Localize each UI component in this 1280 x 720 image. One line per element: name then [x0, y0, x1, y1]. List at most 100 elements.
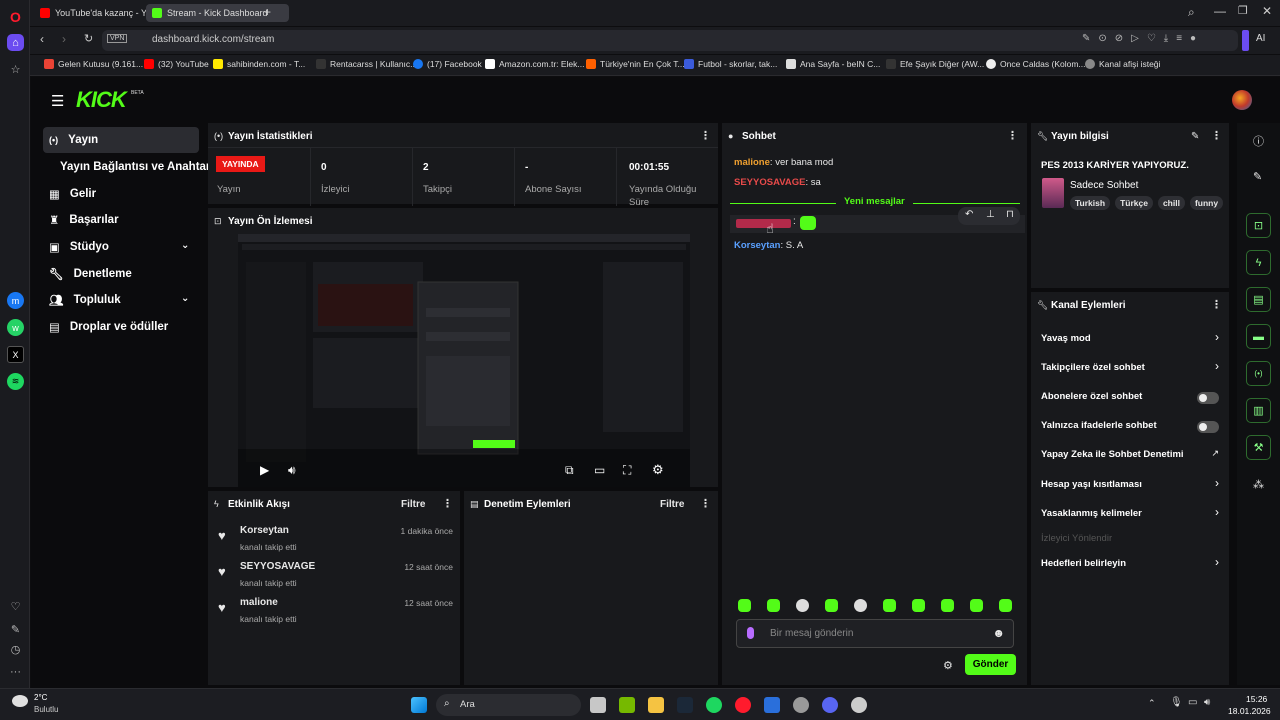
- steam-icon[interactable]: [677, 697, 693, 713]
- more-options-icon[interactable]: ⋮: [1007, 129, 1018, 142]
- tag[interactable]: Turkish: [1070, 196, 1111, 210]
- fullscreen-icon[interactable]: ⛶: [623, 463, 631, 478]
- emote-icon[interactable]: [883, 599, 896, 612]
- chat-username[interactable]: malione: [734, 157, 770, 168]
- heart-icon[interactable]: ♡: [7, 598, 24, 615]
- new-tab-button[interactable]: +: [264, 5, 271, 19]
- nav-topluluk[interactable]: 👥︎ Topluluk ⌄: [43, 287, 199, 313]
- emote-icon[interactable]: [738, 599, 751, 612]
- action-row-yavas-mod[interactable]: Yavaş mod ›: [1031, 329, 1229, 351]
- star-icon[interactable]: ☆: [7, 61, 24, 78]
- volume-icon[interactable]: 🔊︎: [288, 463, 296, 478]
- emote-icon[interactable]: [796, 599, 809, 612]
- subscribers-only-toggle[interactable]: [1197, 392, 1219, 404]
- info-icon[interactable]: ⓘ: [1253, 133, 1264, 149]
- wrench-icon[interactable]: ⚒: [1246, 435, 1271, 460]
- bookmark-rentacarss[interactable]: Rentacarss | Kullanıc...: [316, 59, 417, 69]
- github-icon[interactable]: [851, 697, 867, 713]
- tray-overflow-icon[interactable]: ⌃: [1148, 698, 1156, 709]
- reload-icon[interactable]: ↻: [84, 32, 93, 45]
- emoji-icon[interactable]: ☻: [992, 626, 1005, 640]
- whatsapp-icon[interactable]: w: [7, 319, 24, 336]
- edit-pencil-icon[interactable]: ✎: [1191, 131, 1199, 142]
- emote-icon[interactable]: [825, 599, 838, 612]
- action-row-ai-moderation[interactable]: Yapay Zeka ile Sohbet Denetimi ↗: [1031, 445, 1229, 467]
- undo-icon[interactable]: ↶: [965, 209, 973, 220]
- more-options-icon[interactable]: ⋮: [1211, 298, 1222, 311]
- weather-temp[interactable]: 2°C: [34, 693, 47, 702]
- nav-gelir[interactable]: ▦ Gelir: [43, 181, 199, 207]
- nav-denetleme[interactable]: 🔧︎ Denetleme: [43, 261, 199, 287]
- bookmark-gmail[interactable]: Gelen Kutusu (9.161...: [44, 59, 143, 69]
- tag[interactable]: funny: [1189, 196, 1224, 210]
- chat-bubble-icon[interactable]: ▬: [1246, 324, 1271, 349]
- emote-icon[interactable]: [767, 599, 780, 612]
- nav-droplar[interactable]: ▤ Droplar ve ödüller: [43, 314, 199, 340]
- x-icon[interactable]: X: [7, 346, 24, 363]
- task-view-icon[interactable]: [590, 697, 606, 713]
- chat-input[interactable]: Bir mesaj gönderin ☻: [736, 619, 1014, 648]
- play-icon[interactable]: ▶: [260, 463, 269, 477]
- bookmark-kanal-afisi[interactable]: Kanal afişi isteği: [1085, 59, 1160, 69]
- opera-logo-icon[interactable]: O: [7, 8, 24, 25]
- photos-icon[interactable]: [764, 697, 780, 713]
- bookmark-facebook[interactable]: (17) Facebook: [413, 59, 482, 69]
- video-player[interactable]: ▶ 🔊︎ ⧉ ▭ ⛶ ⚙: [238, 234, 690, 487]
- action-row-followers-only[interactable]: Takipçilere özel sohbet ›: [1031, 358, 1229, 380]
- edit-pencil-icon[interactable]: ✎: [1253, 170, 1262, 183]
- microphone-icon[interactable]: [747, 627, 754, 639]
- action-row-account-age[interactable]: Hesap yaşı kısıtlaması ›: [1031, 475, 1229, 497]
- bookmark-bein[interactable]: Ana Sayfa - beIN C...: [786, 59, 880, 69]
- address-actions-icons[interactable]: ✎⊙⊘▷♡⤓≡●: [1082, 33, 1204, 44]
- emote-icon[interactable]: [912, 599, 925, 612]
- microphone-icon[interactable]: 🎙︎: [1170, 697, 1183, 708]
- pin-icon[interactable]: ⊥: [986, 209, 995, 220]
- spotify-icon[interactable]: [706, 697, 722, 713]
- bookmark-once-caldas[interactable]: Once Caldas (Kolom...: [986, 59, 1086, 69]
- emote-icon[interactable]: [999, 599, 1012, 612]
- more-options-icon[interactable]: ⋮: [700, 129, 711, 142]
- tag[interactable]: Türkçe: [1115, 196, 1153, 210]
- history-icon[interactable]: ◷: [7, 641, 24, 658]
- bookmark-hepsiburada[interactable]: Türkiye'nin En Çok T...: [586, 59, 685, 69]
- emote-icon[interactable]: [854, 599, 867, 612]
- pip-icon[interactable]: ⧉: [565, 463, 574, 478]
- filter-button[interactable]: Filtre: [401, 499, 425, 510]
- network-app-icon[interactable]: [793, 697, 809, 713]
- nvidia-icon[interactable]: [619, 697, 635, 713]
- document-icon[interactable]: ▤: [1246, 287, 1271, 312]
- emote-icon[interactable]: [970, 599, 983, 612]
- more-options-icon[interactable]: ⋮: [1211, 129, 1222, 142]
- bookmark-sahibinden[interactable]: sahibinden.com - T...: [213, 59, 305, 69]
- search-tabs-icon[interactable]: ⌕: [1188, 5, 1195, 20]
- theater-icon[interactable]: ▭: [594, 463, 605, 477]
- nav-studyo[interactable]: ▣ Stüdyo ⌄: [43, 234, 199, 260]
- category-name[interactable]: Sadece Sohbet: [1070, 180, 1138, 191]
- back-icon[interactable]: ‹: [40, 32, 44, 46]
- messenger-icon[interactable]: m: [7, 292, 24, 309]
- broadcast-icon[interactable]: (•): [1246, 361, 1271, 386]
- emote-only-toggle[interactable]: [1197, 421, 1219, 433]
- chat-username[interactable]: SEYYOSAVAGE: [734, 177, 805, 188]
- hamburger-menu-icon[interactable]: ☰: [51, 92, 64, 110]
- more-options-icon[interactable]: ⋮: [700, 497, 711, 510]
- spotify-icon[interactable]: ≋: [7, 373, 24, 390]
- chat-username[interactable]: Korseytan: [734, 240, 780, 251]
- nav-yayin[interactable]: (•) Yayın: [43, 127, 199, 153]
- window-minimize-button[interactable]: —: [1214, 4, 1226, 18]
- kick-logo[interactable]: KICK: [76, 87, 127, 113]
- add-widget-icon[interactable]: ⁂: [1253, 478, 1264, 491]
- emote-icon[interactable]: [941, 599, 954, 612]
- bookmark-efe[interactable]: Efe Şayık Diğer (AW...: [886, 59, 984, 69]
- discord-icon[interactable]: [822, 697, 838, 713]
- filter-button[interactable]: Filtre: [660, 499, 684, 510]
- clip-icon[interactable]: ⊡: [1246, 213, 1271, 238]
- trash-icon[interactable]: ⊓: [1006, 209, 1014, 220]
- redacted-username[interactable]: [736, 219, 791, 228]
- settings-gear-icon[interactable]: ⚙: [652, 462, 664, 478]
- bookmark-youtube[interactable]: (32) YouTube: [144, 59, 209, 69]
- opera-icon[interactable]: [735, 697, 751, 713]
- weather-cloud-icon[interactable]: [12, 695, 28, 707]
- edit-icon[interactable]: ✎: [7, 621, 24, 638]
- window-restore-button[interactable]: ❐: [1238, 4, 1248, 17]
